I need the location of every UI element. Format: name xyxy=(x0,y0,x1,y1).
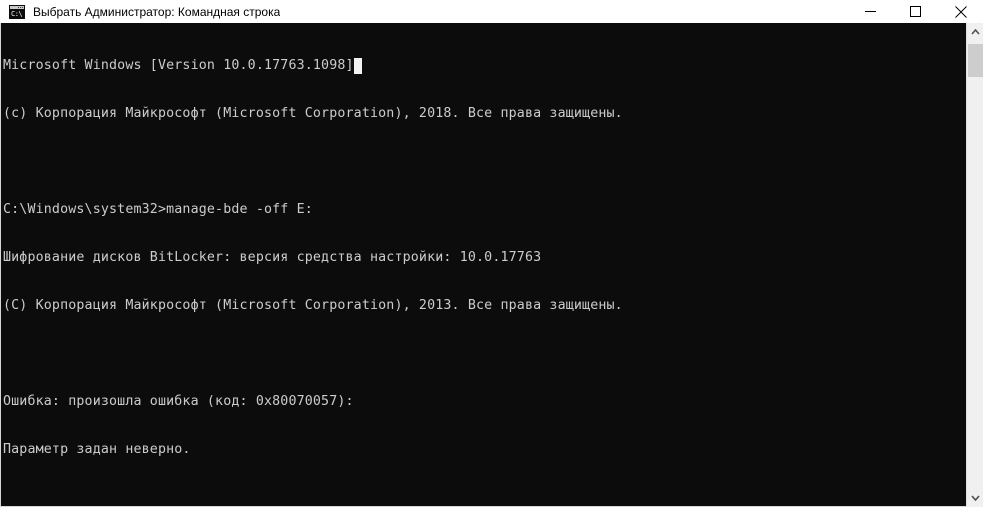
command-prompt-window: C:\ Выбрать Администратор: Командная стр… xyxy=(0,0,983,507)
console-icon-dot xyxy=(22,6,23,8)
console-line: (C) Корпорация Майкрософт (Microsoft Cor… xyxy=(3,298,623,313)
console-icon-text: C:\ xyxy=(11,9,23,18)
console-line-text: Microsoft Windows [Version 10.0.17763.10… xyxy=(3,58,354,73)
scrollbar-track[interactable] xyxy=(967,41,983,489)
window-controls xyxy=(848,0,983,23)
chevron-down-icon xyxy=(970,495,980,501)
console-icon: C:\ xyxy=(9,4,25,19)
console-icon-dot xyxy=(18,6,19,8)
minimize-button[interactable] xyxy=(848,0,893,23)
vertical-scrollbar[interactable] xyxy=(966,23,983,507)
close-button[interactable] xyxy=(938,0,983,23)
scrollbar-thumb[interactable] xyxy=(968,44,983,77)
console-icon-dot xyxy=(20,6,21,8)
console-line: Microsoft Windows [Version 10.0.17763.10… xyxy=(3,58,953,74)
scroll-down-button[interactable] xyxy=(967,489,983,507)
chevron-up-icon xyxy=(970,29,980,35)
titlebar-left: C:\ Выбрать Администратор: Командная стр… xyxy=(0,0,848,23)
window-title: Выбрать Администратор: Командная строка xyxy=(33,4,281,19)
titlebar[interactable]: C:\ Выбрать Администратор: Командная стр… xyxy=(0,0,983,24)
console-line: Шифрование дисков BitLocker: версия сред… xyxy=(3,250,542,265)
console-line: Параметр задан неверно. xyxy=(3,442,191,457)
console-client-area[interactable]: Microsoft Windows [Version 10.0.17763.10… xyxy=(0,23,983,507)
console-text-buffer[interactable]: Microsoft Windows [Version 10.0.17763.10… xyxy=(3,26,953,504)
console-line: C:\Windows\system32>manage-bde -off E: xyxy=(3,202,313,217)
console-line: Ошибка: произошла ошибка (код: 0x8007005… xyxy=(3,394,354,409)
scroll-up-button[interactable] xyxy=(967,23,983,41)
selection-block xyxy=(353,58,362,74)
console-line: (c) Корпорация Майкрософт (Microsoft Cor… xyxy=(3,106,623,121)
maximize-button[interactable] xyxy=(893,0,938,23)
